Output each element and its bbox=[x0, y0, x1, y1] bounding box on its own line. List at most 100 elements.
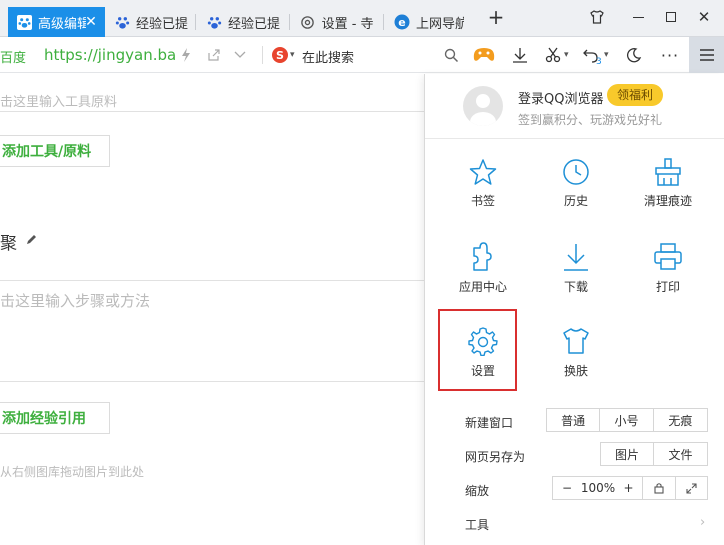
new-window-small[interactable]: 小号 bbox=[600, 409, 654, 431]
tab-3[interactable]: 经验已提 bbox=[198, 7, 288, 37]
save-as-label: 网页另存为 bbox=[465, 450, 526, 464]
lightning-icon[interactable] bbox=[176, 45, 196, 65]
url-field[interactable]: https://jingyan.ba bbox=[44, 46, 176, 64]
scissors-icon[interactable] bbox=[543, 45, 563, 65]
search-icon[interactable] bbox=[441, 45, 461, 65]
caret-down-icon[interactable]: ▾ bbox=[564, 50, 569, 60]
chevron-down-icon[interactable] bbox=[230, 45, 250, 65]
game-controller-icon[interactable] bbox=[472, 45, 496, 65]
undo-count-badge: 3 bbox=[596, 57, 602, 67]
tab-divider bbox=[383, 14, 384, 30]
download-icon[interactable] bbox=[510, 45, 530, 65]
pencil-icon[interactable] bbox=[25, 231, 37, 250]
tab-1[interactable]: 高级编辑 ✕ bbox=[8, 7, 105, 37]
login-subtitle: 签到赢积分、玩游戏兑好礼 bbox=[518, 113, 663, 127]
close-icon[interactable]: ✕ bbox=[83, 14, 99, 30]
address-bar: 百度 https://jingyan.ba S ▾ 在此搜索 ▾ 3 ▾ ··· bbox=[0, 37, 724, 73]
tab-label: 设置 - 寺 bbox=[321, 16, 374, 32]
tab-bar: 高级编辑 ✕ 经验已提 经验已提 设置 - 寺 e 上网导航 + ✕ bbox=[0, 0, 724, 37]
divider bbox=[262, 46, 263, 64]
menu-item-clear-traces[interactable]: 清理痕迹 bbox=[623, 158, 713, 228]
download-icon bbox=[564, 244, 588, 271]
save-as-image[interactable]: 图片 bbox=[601, 443, 655, 465]
svg-text:S: S bbox=[276, 49, 284, 62]
lock-zoom-button[interactable] bbox=[643, 477, 676, 499]
zoom-out-button[interactable]: − bbox=[553, 477, 581, 499]
tab-2[interactable]: 经验已提 bbox=[106, 7, 196, 37]
lock-icon bbox=[654, 483, 664, 494]
tab-label: 高级编辑 bbox=[38, 16, 86, 32]
menu-item-bookmarks[interactable]: 书签 bbox=[438, 158, 528, 228]
menu-item-label: 应用中心 bbox=[458, 280, 507, 294]
menu-item-label: 换肤 bbox=[563, 364, 588, 378]
add-reference-button[interactable]: 添加经验引用 bbox=[0, 402, 110, 434]
add-tool-button[interactable]: 添加工具/原料 bbox=[0, 135, 110, 167]
menu-item-print[interactable]: 打印 bbox=[623, 242, 713, 312]
clock-icon bbox=[563, 159, 589, 185]
tab-4[interactable]: 设置 - 寺 bbox=[292, 7, 382, 37]
divider bbox=[0, 280, 424, 281]
menu-item-label: 下载 bbox=[563, 280, 588, 294]
share-icon[interactable] bbox=[204, 45, 224, 65]
new-window-options: 普通 小号 无痕 bbox=[546, 408, 708, 432]
zoom-label: 缩放 bbox=[465, 484, 490, 498]
new-window-incognito[interactable]: 无痕 bbox=[654, 409, 707, 431]
tab-label: 上网导航 bbox=[416, 16, 464, 32]
menu-item-label: 历史 bbox=[563, 194, 588, 208]
tools-label[interactable]: 工具 bbox=[465, 516, 489, 533]
broom-icon bbox=[655, 158, 681, 186]
menu-item-label: 打印 bbox=[655, 280, 680, 294]
tab-5[interactable]: e 上网导航 bbox=[386, 7, 468, 37]
menu-item-app-center[interactable]: 应用中心 bbox=[438, 242, 528, 312]
browser-window: 高级编辑 ✕ 经验已提 经验已提 设置 - 寺 e 上网导航 + ✕ 百度 ht… bbox=[0, 0, 724, 545]
menu-item-history[interactable]: 历史 bbox=[531, 158, 621, 228]
page-content: 击这里输入工具原料 添加工具/原料 聚 击这里输入步骤或方法 添加经验引用 从右… bbox=[0, 74, 424, 545]
tab-label: 经验已提 bbox=[136, 16, 188, 32]
image-drop-zone[interactable]: 从右侧图库拖动图片到此处 bbox=[0, 463, 144, 480]
menu-item-skin[interactable]: 换肤 bbox=[531, 326, 621, 396]
tshirt-icon bbox=[563, 328, 589, 354]
baidu-paw-icon bbox=[206, 14, 222, 30]
tool-input[interactable]: 击这里输入工具原料 bbox=[0, 91, 117, 110]
login-link[interactable]: 登录QQ浏览器 bbox=[518, 88, 603, 107]
browser-menu-panel: 登录QQ浏览器 领福利 签到赢积分、玩游戏兑好礼 书签 历史 清理痕迹 应用中心… bbox=[424, 74, 724, 545]
puzzle-icon bbox=[473, 242, 492, 271]
step-input[interactable]: 击这里输入步骤或方法 bbox=[0, 290, 150, 311]
zoom-in-button[interactable]: + bbox=[615, 477, 643, 499]
divider bbox=[0, 111, 424, 112]
tab-divider bbox=[289, 14, 290, 30]
divider bbox=[0, 381, 424, 382]
menu-item-label: 书签 bbox=[470, 194, 495, 208]
new-window-normal[interactable]: 普通 bbox=[547, 409, 601, 431]
save-as-file[interactable]: 文件 bbox=[654, 443, 707, 465]
expand-icon bbox=[686, 482, 697, 494]
minimize-button[interactable] bbox=[624, 5, 652, 29]
menu-button[interactable] bbox=[689, 37, 724, 73]
new-tab-button[interactable]: + bbox=[482, 5, 510, 29]
menu-item-downloads[interactable]: 下载 bbox=[531, 242, 621, 312]
sogou-search-icon[interactable]: S bbox=[270, 45, 290, 65]
more-icon[interactable]: ··· bbox=[660, 45, 680, 65]
welfare-button[interactable]: 领福利 bbox=[607, 84, 664, 106]
maximize-button[interactable] bbox=[657, 5, 685, 29]
star-icon bbox=[469, 159, 497, 185]
night-mode-icon[interactable] bbox=[624, 45, 644, 65]
tab-label: 经验已提 bbox=[228, 16, 280, 32]
fullscreen-button[interactable] bbox=[676, 477, 707, 499]
ie-icon: e bbox=[394, 14, 410, 30]
avatar[interactable] bbox=[463, 86, 503, 126]
close-window-button[interactable]: ✕ bbox=[690, 5, 718, 29]
tab-divider bbox=[195, 14, 196, 30]
chevron-right-icon[interactable]: › bbox=[700, 515, 705, 530]
printer-icon bbox=[654, 243, 682, 270]
caret-down-icon[interactable]: ▾ bbox=[290, 50, 295, 60]
tshirt-icon[interactable] bbox=[583, 5, 611, 29]
search-input[interactable]: 在此搜索 bbox=[302, 47, 354, 66]
caret-down-icon[interactable]: ▾ bbox=[604, 50, 609, 60]
gear-icon bbox=[300, 14, 316, 30]
baidu-paw-icon bbox=[114, 14, 130, 30]
save-as-options: 图片 文件 bbox=[600, 442, 708, 466]
steps-heading: 聚 bbox=[0, 234, 17, 254]
hamburger-icon bbox=[699, 49, 714, 61]
zoom-controls: − 100% + bbox=[552, 476, 708, 500]
